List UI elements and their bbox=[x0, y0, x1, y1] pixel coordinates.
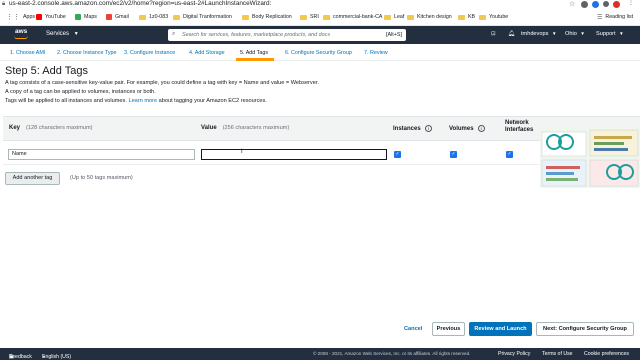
next-configure-security-group-button[interactable]: Next: Configure Security Group bbox=[536, 322, 634, 336]
copyright-text: © 2008 - 2021, Amazon Web Services, Inc.… bbox=[313, 351, 471, 356]
bookmark-youtube[interactable]: YouTube bbox=[36, 12, 66, 22]
folder-icon bbox=[323, 14, 330, 20]
bookmark-folder[interactable]: 1z0-083 bbox=[139, 12, 168, 22]
info-icon[interactable]: i bbox=[477, 125, 485, 132]
search-input[interactable]: ⌕ Search for services, features, marketp… bbox=[168, 29, 406, 41]
folder-icon bbox=[242, 14, 249, 20]
youtube-icon bbox=[36, 14, 42, 20]
support-menu[interactable]: Support ▼ bbox=[596, 31, 624, 37]
profile-avatar[interactable] bbox=[613, 1, 620, 8]
reading-list-icon: ☰ bbox=[597, 14, 603, 21]
description-line: A tag consists of a case-sensitive key-v… bbox=[5, 80, 319, 86]
caret-down-icon: ▼ bbox=[551, 31, 557, 36]
step-add-tags[interactable]: 5. Add Tags bbox=[240, 50, 268, 56]
bookmark-folder[interactable]: Youtube bbox=[479, 12, 508, 22]
volumes-column-header: Volumes i bbox=[449, 125, 485, 132]
cookie-preferences-link[interactable]: Cookie preferences bbox=[584, 351, 629, 357]
info-icon[interactable]: i bbox=[424, 125, 432, 132]
instances-checkbox[interactable]: ✓ bbox=[394, 151, 401, 158]
instances-column-header: Instances i bbox=[393, 125, 432, 132]
previous-button[interactable]: Previous bbox=[432, 322, 465, 336]
folder-icon bbox=[173, 14, 180, 20]
description-line: A copy of a tag can be applied to volume… bbox=[5, 89, 156, 95]
extensions-puzzle-icon[interactable] bbox=[603, 1, 609, 7]
console-footer: ▣ Feedback English (US) ▼ © 2008 - 2021,… bbox=[0, 348, 640, 360]
bookmark-maps[interactable]: Maps bbox=[75, 12, 97, 22]
folder-icon bbox=[407, 14, 414, 20]
tag-value-input[interactable] bbox=[201, 149, 387, 160]
bookmark-folder[interactable]: Kitchen design bbox=[407, 12, 452, 22]
caret-down-icon: ▼ bbox=[73, 31, 79, 37]
folder-icon bbox=[139, 14, 146, 20]
extension-icon[interactable] bbox=[581, 1, 588, 8]
caret-down-icon: ▼ bbox=[580, 31, 585, 36]
cancel-button[interactable]: Cancel bbox=[404, 326, 422, 332]
review-and-launch-button[interactable]: Review and Launch bbox=[469, 322, 532, 336]
step-choose-instance-type[interactable]: 2. Choose Instance Type bbox=[57, 50, 117, 56]
tags-limit-hint: (Up to 50 tags maximum) bbox=[70, 175, 133, 181]
step-configure-instance[interactable]: 3. Configure Instance bbox=[124, 50, 175, 56]
description-line: Tags will be applied to all instances an… bbox=[5, 98, 267, 104]
folder-icon bbox=[300, 14, 307, 20]
cloudshell-icon[interactable]: ⊡ bbox=[491, 31, 496, 37]
caret-down-icon: ▼ bbox=[42, 354, 46, 359]
key-column-header: Key (128 characters maximum) bbox=[9, 125, 93, 131]
step-add-storage[interactable]: 4. Add Storage bbox=[189, 50, 225, 56]
aws-logo[interactable]: aws bbox=[15, 28, 27, 35]
apps-grid-icon: ⋮⋮ bbox=[6, 14, 20, 21]
bookmark-gmail[interactable]: Gmail bbox=[106, 12, 129, 22]
caret-down-icon: ▼ bbox=[619, 31, 624, 36]
wizard-steps: 1. Choose AMI 2. Choose Instance Type 3.… bbox=[0, 44, 640, 61]
overlay-logo-image bbox=[540, 128, 640, 188]
bell-icon[interactable]: 🔔︎ bbox=[508, 31, 515, 37]
gmail-icon bbox=[106, 14, 112, 20]
bookmark-folder[interactable]: SRI bbox=[300, 12, 319, 22]
bookmark-apps[interactable]: ⋮⋮ Apps bbox=[6, 12, 35, 22]
folder-icon bbox=[384, 14, 391, 20]
bookmark-folder[interactable]: commercial-bank-CA bbox=[323, 12, 382, 22]
bookmark-folder[interactable]: Body Replication bbox=[242, 12, 292, 22]
active-step-indicator bbox=[236, 58, 274, 61]
network-interfaces-column-header: Network Interfaces bbox=[505, 120, 534, 133]
aws-console-nav: aws Services ▼ ⌕ Search for services, fe… bbox=[0, 26, 640, 44]
lock-icon: 🔒︎ bbox=[2, 1, 6, 7]
services-menu[interactable]: Services ▼ bbox=[46, 31, 79, 37]
terms-of-use-link[interactable]: Terms of Use bbox=[542, 351, 573, 357]
browser-address-bar[interactable]: 🔒︎ us-east-2.console.aws.amazon.com/ec2/… bbox=[0, 0, 640, 9]
value-column-header: Value (256 characters maximum) bbox=[201, 125, 290, 131]
page-title: Step 5: Add Tags bbox=[5, 65, 88, 77]
step-choose-ami[interactable]: 1. Choose AMI bbox=[10, 50, 45, 56]
aws-smile-icon bbox=[14, 36, 28, 39]
browser-menu-icon[interactable]: ⋮ bbox=[628, 0, 635, 6]
tag-key-input[interactable]: Name bbox=[8, 149, 195, 160]
step-review[interactable]: 7. Review bbox=[364, 50, 388, 56]
text-cursor-icon: I bbox=[241, 149, 243, 155]
bookmark-folder[interactable]: Leaf bbox=[384, 12, 404, 22]
reading-list[interactable]: ☰ Reading list bbox=[597, 12, 633, 22]
extension-icon[interactable] bbox=[592, 1, 599, 8]
folder-icon bbox=[458, 14, 465, 20]
search-icon: ⌕ bbox=[172, 31, 176, 37]
learn-more-link[interactable]: Learn more bbox=[128, 98, 157, 104]
privacy-policy-link[interactable]: Privacy Policy bbox=[498, 351, 530, 357]
bookmark-folder[interactable]: Digital Tranformation bbox=[173, 12, 232, 22]
bookmark-star-icon[interactable]: ☆ bbox=[569, 0, 575, 8]
user-menu[interactable]: tmhdevops ▼ bbox=[521, 31, 556, 37]
region-menu[interactable]: Ohio ▼ bbox=[565, 31, 585, 37]
step-configure-security-group[interactable]: 6. Configure Security Group bbox=[285, 50, 352, 56]
bookmark-folder[interactable]: KB bbox=[458, 12, 475, 22]
url-text[interactable]: us-east-2.console.aws.amazon.com/ec2/v2/… bbox=[9, 0, 271, 7]
network-interfaces-checkbox[interactable]: ✓ bbox=[506, 151, 513, 158]
folder-icon bbox=[479, 14, 486, 20]
bookmarks-bar: ⋮⋮ Apps YouTube Maps Gmail 1z0-083 Digit… bbox=[0, 9, 640, 26]
volumes-checkbox[interactable]: ✓ bbox=[450, 151, 457, 158]
add-another-tag-button[interactable]: Add another tag bbox=[5, 172, 60, 185]
maps-icon bbox=[75, 14, 81, 20]
